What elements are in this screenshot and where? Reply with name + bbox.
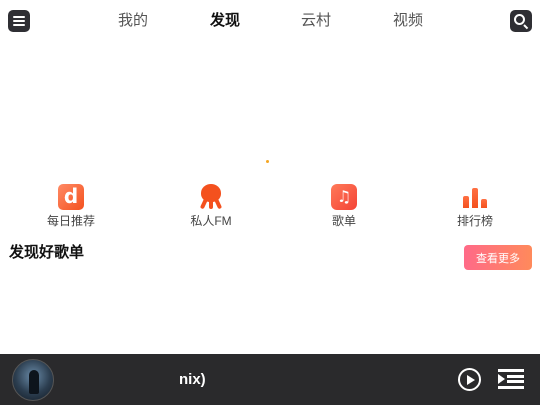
quick-entry-fm[interactable]: 私人FM — [171, 184, 251, 232]
bar-chart-icon — [462, 184, 488, 210]
view-more-button[interactable]: 查看更多 — [464, 245, 532, 270]
daily-recommend-icon: d — [58, 184, 84, 210]
octopus-fm-icon — [198, 184, 224, 210]
quick-entry-label: 每日推荐 — [46, 214, 95, 228]
tab-cloud-village[interactable]: 云村 — [301, 10, 331, 32]
quick-entry-label: 私人FM — [190, 214, 232, 228]
tab-video[interactable]: 视频 — [393, 10, 423, 32]
top-tabs: 我的 发现 云村 视频 — [0, 10, 540, 32]
song-title: nix) — [179, 371, 206, 388]
tab-mine[interactable]: 我的 — [118, 10, 148, 32]
quick-entry-playlist[interactable]: ♫ 歌单 — [304, 184, 384, 232]
quick-entry-label: 歌单 — [331, 214, 356, 228]
quick-entry-rank[interactable]: 排行榜 — [435, 184, 515, 232]
quick-entry-daily[interactable]: d 每日推荐 — [31, 184, 111, 232]
music-note-icon: ♫ — [331, 184, 357, 210]
play-icon[interactable] — [458, 368, 481, 391]
section-title: 发现好歌单 — [9, 244, 85, 261]
search-icon[interactable] — [510, 10, 532, 32]
top-bar: 我的 发现 云村 视频 — [0, 0, 540, 42]
loading-indicator — [266, 160, 269, 163]
album-cover[interactable] — [12, 359, 54, 401]
quick-entry-label: 排行榜 — [456, 214, 493, 228]
tab-discover[interactable]: 发现 — [210, 10, 240, 32]
playlist-icon[interactable] — [498, 369, 524, 389]
